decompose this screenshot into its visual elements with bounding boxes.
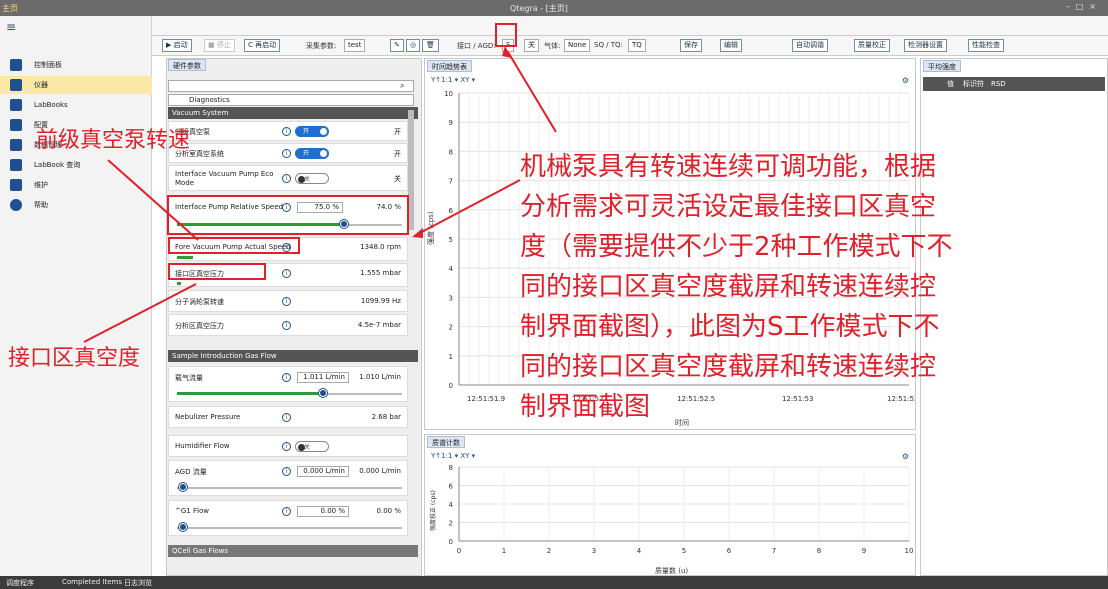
- annotation-main: 机械泵具有转速连续可调功能，根据 分析需求可灵活设定最佳接口区真空 度（需要提供…: [520, 152, 953, 422]
- annotation-fore-pump: 前级真空泵转速: [36, 128, 191, 153]
- annotation-interface-vacuum: 接口区真空度: [8, 346, 141, 371]
